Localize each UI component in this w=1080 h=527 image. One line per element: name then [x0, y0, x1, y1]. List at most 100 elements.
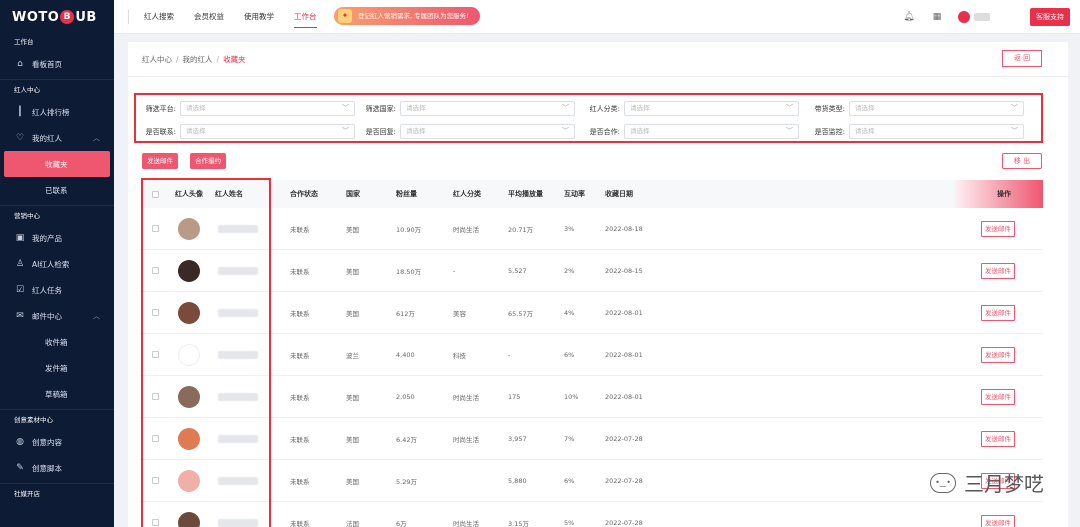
row-checkbox[interactable]: [152, 267, 159, 274]
table-row: 未联系 美国 6.42万 时尚生活 3,957 7% 2022-07-28 发送邮件: [140, 418, 1043, 460]
contacted-select[interactable]: 请选择 ﹀: [180, 124, 355, 139]
select-all-checkbox[interactable]: [152, 190, 159, 198]
cooperated-select[interactable]: 请选择 ﹀: [624, 124, 799, 139]
breadcrumb: 红人中心 / 我的红人 / 收藏夹: [142, 54, 246, 65]
influencer-name-blurred[interactable]: [218, 476, 258, 485]
cargo-select[interactable]: 请选择 ﹀: [849, 101, 1024, 116]
row-checkbox[interactable]: [152, 393, 159, 400]
cell-engage: 2%: [564, 266, 575, 275]
nav-influencer-search[interactable]: 红人搜索: [134, 0, 184, 34]
influencer-name-blurred[interactable]: [218, 308, 258, 317]
group-workbench: 工作台: [14, 38, 34, 46]
row-checkbox[interactable]: [152, 351, 159, 358]
influencer-name-blurred[interactable]: [218, 266, 258, 275]
send-mail-row-button[interactable]: 发送邮件: [981, 220, 1015, 237]
avatar[interactable]: [178, 301, 200, 324]
breadcrumb-item[interactable]: 我的红人: [183, 55, 213, 64]
logo-text-post: UB: [75, 9, 97, 25]
user-avatar[interactable]: [958, 11, 970, 23]
row-checkbox[interactable]: [152, 225, 159, 232]
cell-country: 法国: [346, 519, 359, 527]
influencer-name-blurred[interactable]: [218, 434, 258, 443]
replied-select[interactable]: 请选择 ﹀: [400, 124, 575, 139]
nav-workbench[interactable]: 工作台: [284, 0, 327, 34]
influencer-name-blurred[interactable]: [218, 518, 258, 527]
country-select[interactable]: 请选择 ﹀: [400, 101, 575, 116]
table-header: 红人头像 红人姓名 合作状态 国家 粉丝量 红人分类 平均播放量 互动率 收藏日…: [140, 180, 1043, 208]
avatar[interactable]: [178, 217, 200, 240]
send-mail-row-button[interactable]: 发送邮件: [981, 346, 1015, 363]
category-select[interactable]: 请选择 ﹀: [624, 101, 799, 116]
row-checkbox[interactable]: [152, 477, 159, 484]
cell-country: 波兰: [346, 351, 359, 360]
sidebar-item-dashboard[interactable]: ⌂ 看板首页: [0, 51, 114, 77]
sidebar-item-favorites[interactable]: 收藏夹: [4, 151, 110, 177]
table-row: 未联系 法国 6万 时尚生活 3.15万 5% 2022-07-28 发送邮件: [140, 502, 1043, 527]
sidebar-item-drafts[interactable]: 草稿箱: [0, 381, 114, 407]
influencer-name-blurred[interactable]: [218, 392, 258, 401]
sidebar-item-inbox[interactable]: 收件箱: [0, 329, 114, 355]
filter-country: 筛选国家: 请选择 ﹀: [362, 101, 575, 116]
sidebar-item-ai-search[interactable]: ♙ AI红人检索: [0, 251, 114, 277]
promo-text: 登记红人营销需求, 专属团队为您服务!: [358, 12, 469, 20]
send-mail-row-button[interactable]: 发送邮件: [981, 388, 1015, 405]
sidebar-item-label: 红人任务: [32, 285, 62, 295]
nav-tutorial[interactable]: 使用教学: [234, 0, 284, 34]
sidebar-item-ranking[interactable]: ┃ 红人排行榜: [0, 99, 114, 125]
cell-fans: 6万: [396, 519, 407, 527]
avatar[interactable]: [178, 469, 200, 492]
avatar[interactable]: [178, 385, 200, 408]
support-button[interactable]: 客服支持: [1030, 8, 1070, 26]
qrcode-icon[interactable]: ▦: [930, 10, 944, 24]
send-mail-row-button[interactable]: 发送邮件: [981, 262, 1015, 279]
influencer-name-blurred[interactable]: [218, 224, 258, 233]
cell-plays: -: [508, 350, 511, 359]
influencer-name-blurred[interactable]: [218, 350, 258, 359]
avatar[interactable]: [178, 427, 200, 450]
cell-fans: 18.50万: [396, 267, 422, 276]
chevron-down-icon: ﹀: [786, 104, 793, 112]
cell-category: 科技: [453, 351, 466, 360]
topbar-right: 🔔︎ ▦ 客服支持: [902, 8, 1070, 26]
row-checkbox[interactable]: [152, 435, 159, 442]
coop-button[interactable]: 合作撮约: [190, 153, 226, 169]
send-mail-row-button[interactable]: 发送邮件: [981, 304, 1015, 321]
breadcrumb-separator: /: [216, 55, 220, 64]
sidebar-item-script[interactable]: ✎ 创意脚本: [0, 455, 114, 481]
sidebar-item-contacted[interactable]: 已联系: [0, 177, 114, 203]
promo-banner[interactable]: ✦ 登记红人营销需求, 专属团队为您服务!: [334, 7, 480, 25]
avatar[interactable]: [178, 511, 200, 527]
back-button[interactable]: 返 回: [1002, 50, 1042, 67]
cell-date: 2022-08-01: [605, 350, 643, 359]
platform-select[interactable]: 请选择 ﹀: [180, 101, 355, 116]
chevron-down-icon: ﹀: [786, 127, 793, 135]
select-placeholder: 请选择: [630, 104, 650, 112]
send-mail-button[interactable]: 发送邮件: [142, 153, 178, 169]
username-blurred[interactable]: [974, 13, 990, 21]
sidebar-item-products[interactable]: ▣ 我的产品: [0, 225, 114, 251]
send-mail-row-button[interactable]: 发送邮件: [981, 430, 1015, 447]
avatar[interactable]: [178, 343, 200, 366]
breadcrumb-item[interactable]: 红人中心: [142, 55, 172, 64]
cell-engage: 7%: [564, 434, 575, 443]
group-social-shop: 社媒开店: [14, 490, 40, 498]
logo[interactable]: WOTO B UB: [0, 0, 114, 34]
table-row: 未联系 美国 5.29万 5,880 6% 2022-07-28 发送邮件: [140, 460, 1043, 502]
sidebar-item-mail[interactable]: ✉ 邮件中心 ︿: [0, 303, 114, 329]
send-mail-row-button[interactable]: 发送邮件: [981, 514, 1015, 527]
watermark: •‿• 三月梦呓: [930, 468, 1044, 497]
monitor-select[interactable]: 请选择 ﹀: [849, 124, 1024, 139]
row-checkbox[interactable]: [152, 309, 159, 316]
sidebar-item-my-influencer[interactable]: ♡ 我的红人 ︿: [0, 125, 114, 151]
sidebar-item-label: 我的红人: [32, 133, 62, 143]
sidebar-item-tasks[interactable]: ☑ 红人任务: [0, 277, 114, 303]
avatar[interactable]: [178, 259, 200, 282]
sidebar-item-creative[interactable]: ◍ 创意内容: [0, 429, 114, 455]
nav-membership[interactable]: 会员权益: [184, 0, 234, 34]
bar-chart-icon: ┃: [17, 107, 23, 117]
bell-icon[interactable]: 🔔︎: [902, 10, 916, 24]
remove-button[interactable]: 移 出: [1002, 153, 1042, 169]
row-checkbox[interactable]: [152, 519, 159, 526]
sidebar-item-sent[interactable]: 发件箱: [0, 355, 114, 381]
table-row: 未联系 波兰 4,400 科技 - 6% 2022-08-01 发送邮件: [140, 334, 1043, 376]
